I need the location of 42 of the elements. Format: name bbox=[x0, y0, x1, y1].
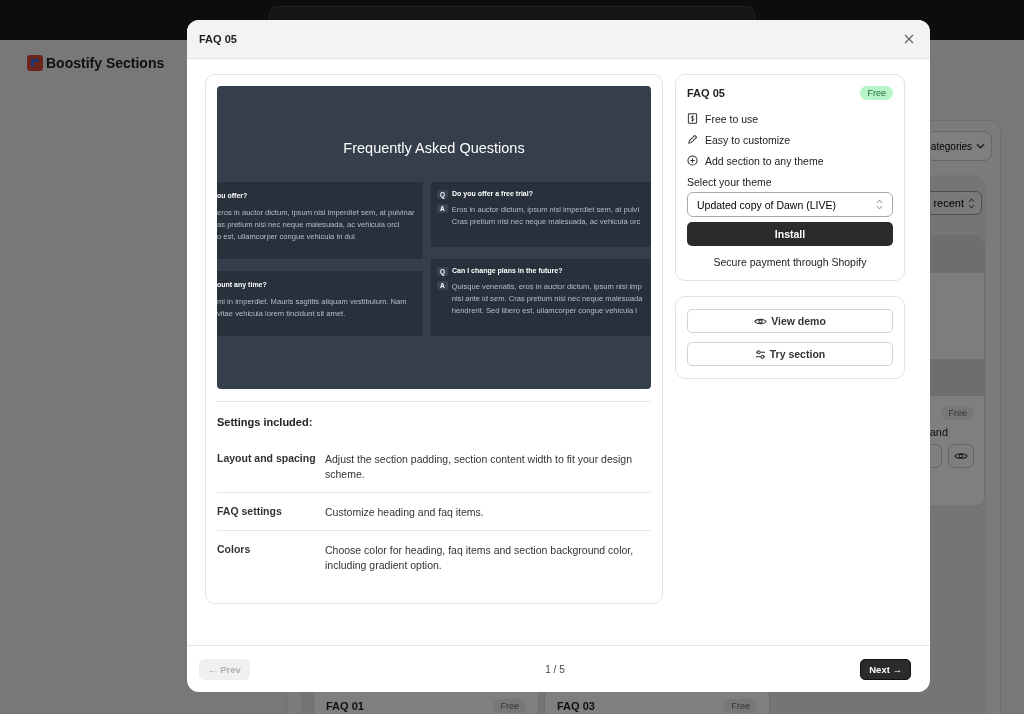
settings-heading: Settings included: bbox=[217, 401, 651, 440]
setting-description: Choose color for heading, faq items and section background color, including gradient option. bbox=[325, 543, 635, 573]
section-title: FAQ 05 bbox=[687, 87, 725, 99]
preview-heading: Frequently Asked Questions bbox=[342, 140, 526, 158]
pencil-icon bbox=[687, 134, 698, 145]
feature-text: Free to use bbox=[705, 112, 759, 125]
view-demo-button[interactable]: View demo bbox=[687, 309, 893, 333]
dialog-title: FAQ 05 bbox=[199, 33, 237, 45]
card-title: FAQ 01 bbox=[326, 700, 364, 712]
theme-select[interactable]: Updated copy of Dawn (LIVE) bbox=[687, 192, 893, 217]
setting-name: FAQ settings bbox=[217, 505, 283, 519]
eye-icon bbox=[954, 451, 968, 461]
updown-icon bbox=[876, 199, 883, 210]
setting-description: Customize heading and faq items. bbox=[325, 505, 485, 520]
field-label: Select your theme bbox=[687, 176, 773, 188]
next-button[interactable]: Next → bbox=[860, 658, 911, 680]
updown-icon bbox=[968, 197, 975, 209]
close-icon bbox=[904, 34, 914, 44]
chevron-down-icon bbox=[976, 143, 985, 149]
logo-icon bbox=[27, 55, 43, 71]
setting-name: Layout and spacing bbox=[217, 452, 317, 466]
setting-description: Adjust the section padding, section content width to fit your design scheme. bbox=[325, 452, 634, 482]
free-badge: Free bbox=[941, 406, 974, 420]
card-description: and bbox=[929, 426, 949, 438]
app-name: Boostify Sections bbox=[46, 55, 165, 71]
setting-name: Colors bbox=[217, 543, 252, 557]
free-badge: Free bbox=[724, 699, 757, 713]
preview-button[interactable] bbox=[948, 444, 974, 468]
card-title: FAQ 03 bbox=[557, 700, 595, 712]
free-badge: Free bbox=[860, 86, 893, 100]
page-counter: 1 / 5 bbox=[545, 663, 565, 675]
install-button[interactable]: Install bbox=[687, 222, 893, 246]
feature-text: Easy to customize bbox=[705, 133, 791, 146]
receipt-icon bbox=[687, 113, 698, 124]
plus-circle-icon bbox=[687, 155, 698, 166]
close-button[interactable] bbox=[902, 32, 916, 46]
payment-note: Secure payment through Shopify bbox=[712, 256, 868, 268]
try-section-button[interactable]: Try section bbox=[687, 342, 893, 366]
eye-icon bbox=[754, 316, 768, 326]
free-badge: Free bbox=[493, 699, 526, 713]
feature-text: Add section to any theme bbox=[705, 154, 824, 167]
sliders-icon bbox=[754, 348, 766, 360]
